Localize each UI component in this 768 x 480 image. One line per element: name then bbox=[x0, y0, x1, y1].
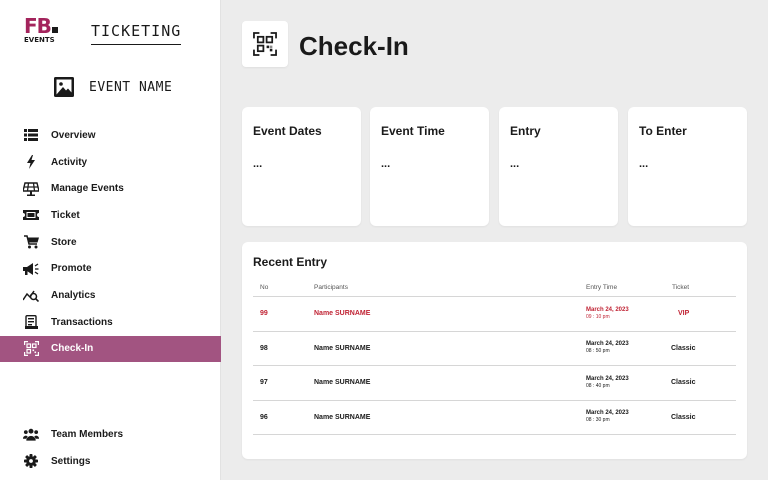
receipt-icon bbox=[24, 315, 38, 330]
app-title: TICKETING bbox=[91, 22, 182, 45]
entry-number: 99 bbox=[260, 310, 268, 318]
qr-icon bbox=[253, 32, 277, 56]
sidebar-item-label: Analytics bbox=[51, 289, 96, 301]
sidebar-item-activity[interactable]: Activity bbox=[0, 149, 221, 176]
logo-events-text: EVENTS bbox=[24, 36, 55, 44]
table-row[interactable]: 96 Name SURNAME March 24, 2023 08 : 30 p… bbox=[253, 401, 736, 435]
sidebar-item-manage-events[interactable]: Manage Events bbox=[0, 175, 221, 202]
ticket-type: Classic bbox=[671, 344, 696, 352]
logo-fb-text: FB bbox=[24, 14, 52, 38]
qr-icon bbox=[23, 341, 39, 357]
sidebar-item-promote[interactable]: Promote bbox=[0, 255, 221, 282]
sidebar-item-analytics[interactable]: Analytics bbox=[0, 282, 221, 309]
entry-clock: 08 : 30 pm bbox=[586, 417, 610, 424]
entry-number: 96 bbox=[260, 413, 268, 421]
team-icon bbox=[23, 428, 39, 441]
sidebar-nav: Overview Activity Manage Events Ticket S… bbox=[0, 122, 221, 363]
megaphone-icon bbox=[23, 262, 39, 275]
entry-number: 97 bbox=[260, 379, 268, 387]
sidebar-item-store[interactable]: Store bbox=[0, 229, 221, 256]
entry-date: March 24, 2023 bbox=[586, 306, 629, 313]
sidebar-item-label: Activity bbox=[51, 156, 88, 168]
card-title: To Enter bbox=[639, 124, 687, 138]
entry-time: March 24, 2023 08 : 50 pm bbox=[575, 341, 663, 355]
image-icon bbox=[54, 77, 74, 97]
bolt-icon bbox=[27, 155, 35, 170]
entry-date: March 24, 2023 bbox=[586, 341, 629, 348]
solar-panel-icon bbox=[23, 182, 39, 196]
participant-name: Name SURNAME bbox=[314, 379, 371, 387]
recent-entry-panel: Recent Entry No Participants Entry Time … bbox=[242, 242, 747, 459]
sidebar-item-label: Overview bbox=[51, 129, 96, 141]
table-header: No Participants Entry Time Ticket bbox=[253, 278, 736, 297]
ticket-type: Classic bbox=[671, 413, 696, 421]
sidebar-item-label: Ticket bbox=[51, 209, 80, 221]
card-title: Entry bbox=[510, 124, 541, 138]
sidebar-item-label: Check-In bbox=[51, 343, 94, 355]
sidebar-item-team-members[interactable]: Team Members bbox=[0, 421, 221, 448]
card-value: ... bbox=[381, 158, 391, 170]
ticket-type: VIP bbox=[678, 310, 690, 318]
analytics-icon bbox=[23, 291, 39, 303]
card-value: ... bbox=[253, 158, 263, 170]
brand-logo[interactable]: FB EVENTS bbox=[24, 16, 64, 44]
participant-name: Name SURNAME bbox=[314, 413, 371, 421]
entry-date: March 24, 2023 bbox=[586, 410, 629, 417]
sidebar-item-ticket[interactable]: Ticket bbox=[0, 202, 221, 229]
card-title: Event Dates bbox=[253, 124, 322, 138]
ticket-type: Classic bbox=[671, 379, 696, 387]
recent-entry-table: No Participants Entry Time Ticket 99 Nam… bbox=[253, 278, 736, 435]
ticket-icon bbox=[23, 210, 39, 221]
entry-clock: 09 : 10 pm bbox=[586, 313, 610, 320]
stat-card-event-dates: Event Dates ... bbox=[242, 107, 361, 226]
event-name: EVENT NAME bbox=[89, 79, 173, 95]
entry-time: March 24, 2023 08 : 40 pm bbox=[575, 376, 663, 390]
table-row[interactable]: 99 Name SURNAME March 24, 2023 09 : 10 p… bbox=[253, 297, 736, 332]
stat-card-to-enter: To Enter ... bbox=[628, 107, 747, 226]
sidebar-item-settings[interactable]: Settings bbox=[0, 448, 221, 475]
entry-date: March 24, 2023 bbox=[586, 375, 629, 382]
entry-clock: 08 : 50 pm bbox=[586, 348, 610, 355]
sidebar-nav-bottom: Team Members Settings bbox=[0, 421, 221, 474]
column-header-participants[interactable]: Participants bbox=[303, 284, 575, 291]
entry-clock: 08 : 40 pm bbox=[586, 382, 610, 389]
column-header-no[interactable]: No bbox=[253, 284, 303, 291]
participant-name: Name SURNAME bbox=[314, 310, 371, 318]
participant-name: Name SURNAME bbox=[314, 344, 371, 352]
column-header-ticket[interactable]: Ticket bbox=[663, 284, 736, 291]
sidebar-item-overview[interactable]: Overview bbox=[0, 122, 221, 149]
sidebar-item-check-in[interactable]: Check-In bbox=[0, 335, 221, 363]
list-icon bbox=[24, 129, 38, 142]
recent-entry-title: Recent Entry bbox=[253, 255, 328, 269]
table-row[interactable]: 98 Name SURNAME March 24, 2023 08 : 50 p… bbox=[253, 332, 736, 366]
entry-time: March 24, 2023 09 : 10 pm bbox=[575, 307, 663, 321]
sidebar-item-label: Manage Events bbox=[51, 183, 124, 195]
card-title: Event Time bbox=[381, 124, 445, 138]
page-icon-tile bbox=[242, 21, 288, 67]
gear-icon bbox=[24, 454, 38, 469]
entry-number: 98 bbox=[260, 344, 268, 352]
entry-time: March 24, 2023 08 : 30 pm bbox=[575, 410, 663, 424]
stat-card-entry: Entry ... bbox=[499, 107, 618, 226]
card-value: ... bbox=[510, 158, 520, 170]
column-header-entry-time[interactable]: Entry Time bbox=[575, 284, 663, 291]
sidebar-item-label: Store bbox=[51, 236, 77, 248]
table-row[interactable]: 97 Name SURNAME March 24, 2023 08 : 40 p… bbox=[253, 366, 736, 401]
sidebar-item-label: Settings bbox=[51, 455, 91, 467]
cart-icon bbox=[23, 235, 39, 249]
sidebar-item-label: Promote bbox=[51, 263, 92, 275]
sidebar: FB EVENTS TICKETING EVENT NAME Overview … bbox=[0, 0, 221, 480]
card-value: ... bbox=[639, 158, 649, 170]
page-title: Check-In bbox=[299, 31, 409, 61]
sidebar-item-label: Transactions bbox=[51, 316, 113, 328]
stat-card-event-time: Event Time ... bbox=[370, 107, 489, 226]
event-selector[interactable]: EVENT NAME bbox=[54, 77, 172, 97]
sidebar-item-transactions[interactable]: Transactions bbox=[0, 309, 221, 336]
sidebar-item-label: Team Members bbox=[51, 428, 124, 440]
